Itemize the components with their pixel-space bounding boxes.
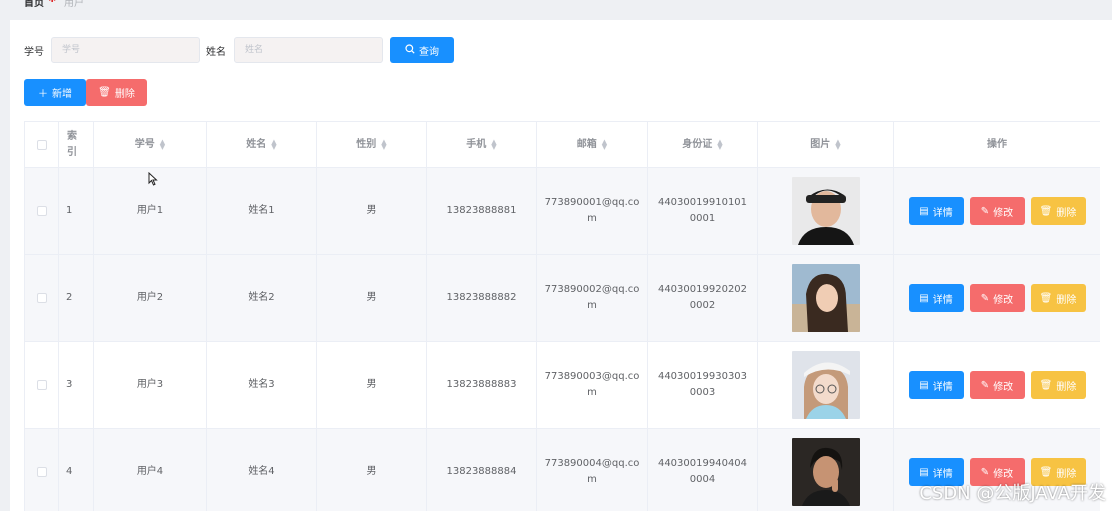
trash-icon: 🗑: [1039, 466, 1053, 478]
row-index: 2: [59, 255, 94, 341]
sort-icon[interactable]: ▲ ▼: [491, 138, 496, 150]
query-label: 查询: [419, 46, 439, 58]
add-button[interactable]: ＋ 新增: [24, 79, 86, 106]
row-checkbox[interactable]: [36, 467, 47, 477]
trash-icon: 🗑: [1039, 205, 1053, 217]
header-index: 索引: [59, 122, 94, 167]
breadcrumb-separator-icon: ✱: [48, 0, 56, 5]
header-photo[interactable]: 图片 ▲ ▼: [758, 122, 894, 167]
document-icon: ▤: [919, 205, 929, 217]
header-phone[interactable]: 手机 ▲ ▼: [427, 122, 537, 167]
breadcrumb-current: 用户: [64, 0, 84, 9]
row-gender: 男: [317, 429, 427, 511]
row-phone: 13823888882: [427, 255, 537, 341]
table-row: 1 用户1 姓名1 男 13823888881 773890001@qq.com…: [25, 168, 1100, 255]
sort-icon[interactable]: ▲ ▼: [602, 138, 607, 150]
row-name: 姓名4: [207, 429, 317, 511]
delete-button[interactable]: 🗑 删除: [1030, 371, 1086, 399]
row-gender: 男: [317, 255, 427, 341]
row-index: 1: [59, 168, 94, 254]
detail-button[interactable]: ▤ 详情: [908, 371, 964, 399]
user-photo[interactable]: [791, 351, 860, 419]
name-input[interactable]: [234, 37, 383, 63]
row-gender: 男: [317, 342, 427, 428]
header-email[interactable]: 邮箱 ▲ ▼: [537, 122, 648, 167]
document-icon: ▤: [919, 292, 929, 304]
breadcrumb: 首页 ✱ 用户: [0, 0, 1112, 14]
row-student-id: 用户3: [94, 342, 207, 428]
search-icon: [405, 43, 415, 57]
row-phone: 13823888884: [427, 429, 537, 511]
delete-button[interactable]: 🗑 删除: [1030, 197, 1086, 225]
detail-button[interactable]: ▤ 详情: [908, 197, 964, 225]
row-name: 姓名2: [207, 255, 317, 341]
row-index: 4: [59, 429, 94, 511]
sort-icon[interactable]: ▲ ▼: [835, 138, 840, 150]
document-icon: ▤: [919, 379, 929, 391]
row-id-card: 440300199202020002: [657, 284, 748, 311]
breadcrumb-home[interactable]: 首页: [24, 0, 44, 9]
pencil-icon: ✎: [980, 379, 990, 391]
content-card: 学号 姓名 查询 ＋ 新增 🗑 删除 索引 学号▲▼ 姓名▲▼ 性别▲▼ 手机▲…: [10, 20, 1112, 511]
row-index: 3: [59, 342, 94, 428]
table-row: 2 用户2 姓名2 男 13823888882 773890002@qq.com…: [25, 255, 1100, 342]
header-student-id[interactable]: 学号 ▲ ▼: [94, 122, 207, 167]
student-id-label: 学号: [24, 47, 44, 58]
student-id-input[interactable]: [51, 37, 200, 63]
plus-icon: ＋: [38, 89, 48, 100]
query-button[interactable]: 查询: [390, 37, 454, 63]
add-label: 新增: [52, 89, 72, 100]
edit-button[interactable]: ✎ 修改: [969, 197, 1025, 225]
header-checkbox-cell: [25, 122, 59, 167]
batch-delete-button[interactable]: 🗑 删除: [86, 79, 147, 106]
sort-icon[interactable]: ▲ ▼: [160, 138, 165, 150]
header-gender[interactable]: 性别 ▲ ▼: [317, 122, 427, 167]
pencil-icon: ✎: [980, 205, 990, 217]
row-email: 773890001@qq.com: [544, 197, 640, 224]
row-student-id: 用户2: [94, 255, 207, 341]
row-name: 姓名1: [207, 168, 317, 254]
row-email: 773890002@qq.com: [544, 284, 640, 311]
row-id-card: 440300199101010001: [657, 197, 748, 224]
header-actions: 操作: [894, 122, 1100, 167]
header-id-card[interactable]: 身份证 ▲ ▼: [648, 122, 758, 167]
pencil-icon: ✎: [980, 466, 990, 478]
trash-icon: 🗑: [98, 87, 111, 98]
user-table: 索引 学号 ▲ ▼ 姓名 ▲ ▼ 性别 ▲ ▼ 手机 ▲ ▼ 邮箱 ▲ ▼ 身份证 ▲ ▼ 图片 ▲ ▼ 操…: [24, 121, 1100, 511]
row-checkbox[interactable]: [36, 380, 47, 390]
row-id-card: 440300199404040004: [657, 458, 748, 485]
user-photo[interactable]: [791, 177, 860, 245]
watermark: CSDN @公版JAVA开发: [919, 483, 1106, 504]
table-header: 索引 学号 ▲ ▼ 姓名 ▲ ▼ 性别 ▲ ▼ 手机 ▲ ▼ 邮箱 ▲ ▼ 身份证 ▲ ▼ 图片 ▲ ▼ 操…: [25, 122, 1100, 168]
row-checkbox[interactable]: [36, 206, 47, 216]
row-student-id: 用户4: [94, 429, 207, 511]
sort-icon[interactable]: ▲ ▼: [717, 138, 722, 150]
row-email: 773890004@qq.com: [544, 458, 640, 485]
name-label: 姓名: [206, 47, 226, 58]
batch-delete-label: 删除: [114, 89, 135, 100]
row-email: 773890003@qq.com: [544, 371, 640, 398]
table-row: 3 用户3 姓名3 男 13823888883 773890003@qq.com…: [25, 342, 1100, 429]
user-photo[interactable]: [791, 438, 860, 506]
row-gender: 男: [317, 168, 427, 254]
pencil-icon: ✎: [980, 292, 990, 304]
row-checkbox[interactable]: [36, 293, 47, 303]
edit-button[interactable]: ✎ 修改: [969, 371, 1025, 399]
row-name: 姓名3: [207, 342, 317, 428]
document-icon: ▤: [919, 466, 929, 478]
detail-button[interactable]: ▤ 详情: [908, 284, 964, 312]
row-phone: 13823888881: [427, 168, 537, 254]
sort-icon[interactable]: ▲ ▼: [271, 138, 276, 150]
trash-icon: 🗑: [1039, 379, 1053, 391]
header-name[interactable]: 姓名 ▲ ▼: [207, 122, 317, 167]
delete-button[interactable]: 🗑 删除: [1030, 284, 1086, 312]
select-all-checkbox[interactable]: [36, 139, 47, 150]
sort-icon[interactable]: ▲ ▼: [381, 138, 386, 150]
user-photo[interactable]: [791, 264, 860, 332]
edit-button[interactable]: ✎ 修改: [969, 284, 1025, 312]
row-phone: 13823888883: [427, 342, 537, 428]
trash-icon: 🗑: [1039, 292, 1053, 304]
mouse-cursor-icon: [148, 171, 158, 190]
row-id-card: 440300199303030003: [657, 371, 748, 398]
